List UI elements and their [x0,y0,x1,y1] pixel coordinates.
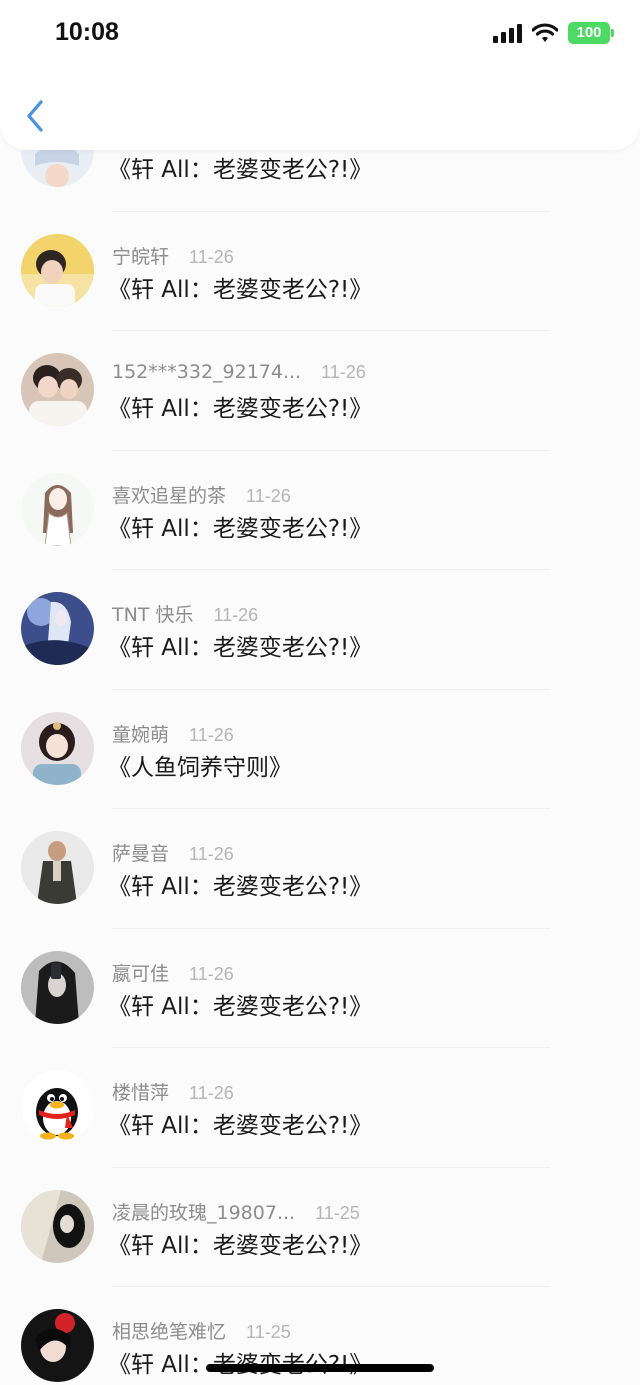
timestamp: 11-25 [315,1202,360,1223]
item-meta: 喜欢追星的茶 11-26 [112,481,291,508]
username[interactable]: 楼惜萍 [112,1078,169,1105]
screen: 10:08 100 《轩 All：老婆变老公?!》 宁皖轩 11-26 《轩 A… [0,0,640,1385]
back-button[interactable] [20,96,50,136]
list-item[interactable]: 嬴可佳 11-26 《轩 All：老婆变老公?!》 [0,929,640,1049]
message-text[interactable]: 《轩 All：老婆变老公?!》 [108,270,372,304]
item-meta: 萨曼音 11-26 [112,839,234,866]
list-item[interactable]: 萨曼音 11-26 《轩 All：老婆变老公?!》 [0,809,640,929]
item-meta: 楼惜萍 11-26 [112,1078,234,1105]
avatar[interactable] [21,1309,94,1382]
message-text[interactable]: 《轩 All：老婆变老公?!》 [108,150,372,184]
status-time: 10:08 [55,18,119,46]
item-meta: 嬴可佳 11-26 [112,959,234,986]
message-text[interactable]: 《轩 All：老婆变老公?!》 [108,389,372,423]
item-meta: 童婉萌 11-26 [112,720,234,747]
avatar[interactable] [21,950,94,1024]
username[interactable]: 相思绝笔难忆 [112,1317,226,1344]
avatar[interactable] [21,233,94,307]
status-icons: 100 [493,22,614,44]
avatar[interactable] [21,831,94,904]
username[interactable]: 嬴可佳 [112,959,169,986]
list-item[interactable]: 楼惜萍 11-26 《轩 All：老婆变老公?!》 [0,1048,640,1168]
timestamp: 11-26 [189,844,234,864]
list-item[interactable]: 童婉萌 11-26 《人鱼饲养守则》 [0,690,640,810]
username[interactable]: 凌晨的玫瑰_19807... [112,1198,295,1225]
username[interactable]: TNT 快乐 [112,600,193,627]
avatar[interactable] [21,353,94,426]
comment-list: 《轩 All：老婆变老公?!》 宁皖轩 11-26 《轩 All：老婆变老公?!… [0,92,640,1385]
item-meta: 凌晨的玫瑰_19807... 11-25 [112,1198,360,1225]
message-text[interactable]: 《人鱼饲养守则》 [108,748,292,782]
chevron-left-icon [27,100,43,132]
avatar[interactable] [21,1070,94,1143]
list-item[interactable]: 喜欢追星的茶 11-26 《轩 All：老婆变老公?!》 [0,451,640,571]
timestamp: 11-26 [213,605,259,625]
timestamp: 11-25 [246,1322,291,1342]
list-item[interactable]: 凌晨的玫瑰_19807... 11-25 《轩 All：老婆变老公?!》 [0,1168,640,1288]
item-meta: TNT 快乐 11-26 [112,600,258,627]
message-text[interactable]: 《轩 All：老婆变老公?!》 [108,1345,372,1379]
item-meta: 宁皖轩 11-26 [112,242,234,269]
item-meta: 152***332_92174... 11-26 [112,361,366,383]
list-item[interactable]: 152***332_92174... 11-26 《轩 All：老婆变老公?!》 [0,331,640,451]
timestamp: 11-26 [321,362,366,382]
signal-icon [493,23,522,43]
battery-icon: 100 [568,22,614,44]
list-item[interactable]: TNT 快乐 11-26 《轩 All：老婆变老公?!》 [0,570,640,690]
timestamp: 11-26 [246,485,291,506]
avatar[interactable] [21,1189,94,1263]
username[interactable]: 喜欢追星的茶 [112,481,226,508]
message-text[interactable]: 《轩 All：老婆变老公?!》 [108,1226,372,1260]
wifi-icon [532,23,558,42]
top-bar: 10:08 100 [0,0,640,150]
username[interactable]: 152***332_92174... [112,361,301,383]
message-text[interactable]: 《轩 All：老婆变老公?!》 [108,987,372,1021]
avatar[interactable] [21,472,94,546]
message-text[interactable]: 《轩 All：老婆变老公?!》 [108,867,372,901]
avatar[interactable] [21,592,94,665]
list-item[interactable]: 宁皖轩 11-26 《轩 All：老婆变老公?!》 [0,212,640,332]
message-text[interactable]: 《轩 All：老婆变老公?!》 [108,1106,372,1140]
avatar[interactable] [21,711,94,785]
timestamp: 11-26 [189,963,234,984]
username[interactable]: 童婉萌 [112,720,169,747]
message-text[interactable]: 《轩 All：老婆变老公?!》 [108,509,372,543]
username[interactable]: 宁皖轩 [112,242,169,269]
message-text[interactable]: 《轩 All：老婆变老公?!》 [108,628,372,662]
timestamp: 11-26 [189,246,234,267]
home-indicator[interactable] [206,1364,434,1372]
timestamp: 11-26 [189,1083,234,1103]
timestamp: 11-26 [189,724,234,745]
item-meta: 相思绝笔难忆 11-25 [112,1317,291,1344]
username[interactable]: 萨曼音 [112,839,169,866]
